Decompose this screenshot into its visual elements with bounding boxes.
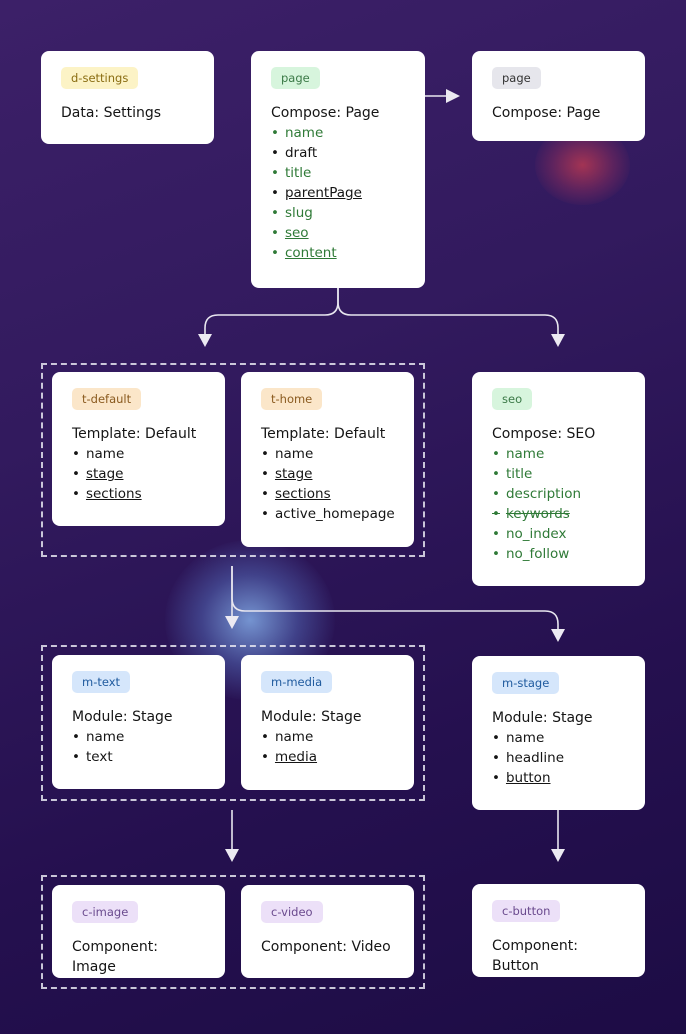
node-title: Component: Button	[492, 938, 578, 974]
field-item: name	[261, 444, 394, 464]
edge-page-to-seo	[337, 288, 559, 334]
arrowhead-icon	[225, 616, 239, 629]
arrowhead-icon	[551, 334, 565, 347]
arrowhead-icon	[551, 849, 565, 862]
node-title: Module: Stage	[492, 710, 593, 726]
field-item: content	[271, 243, 405, 263]
node-tag: d-settings	[61, 67, 139, 89]
node-title: Template: Default	[261, 426, 386, 442]
node-m-media[interactable]: m-media Module: Stage name media	[241, 655, 414, 790]
node-m-text[interactable]: m-text Module: Stage name text	[52, 655, 225, 789]
node-title: Data: Settings	[61, 105, 162, 121]
arrowhead-icon	[551, 629, 565, 642]
field-item: stage	[261, 464, 394, 484]
field-item: name	[261, 727, 394, 747]
field-list: name title description keywords no_index…	[492, 444, 625, 564]
field-list: name stage sections active_homepage	[261, 444, 395, 524]
field-item: seo	[271, 223, 405, 243]
node-tag: c-image	[72, 901, 139, 923]
node-tag: page	[492, 67, 541, 89]
node-seo[interactable]: seo Compose: SEO name title description …	[472, 372, 645, 586]
node-tag: t-home	[261, 388, 323, 410]
node-tag: c-button	[492, 900, 561, 922]
arrowhead-icon	[225, 849, 239, 862]
field-item: name	[492, 728, 625, 748]
field-item: sections	[261, 484, 394, 504]
field-item: no_index	[492, 524, 625, 544]
node-m-stage[interactable]: m-stage Module: Stage name headline butt…	[472, 656, 645, 810]
node-tag: m-media	[261, 671, 333, 693]
node-tag: t-default	[72, 388, 142, 410]
node-title: Component: Image	[72, 939, 158, 975]
field-item: sections	[72, 484, 205, 504]
node-d-settings[interactable]: d-settings Data: Settings	[41, 51, 214, 144]
field-item: headline	[492, 748, 625, 768]
node-title: Module: Stage	[72, 709, 173, 725]
node-page[interactable]: page Compose: Page name draft title pare…	[251, 51, 425, 288]
field-item: title	[492, 464, 625, 484]
arrowhead-icon	[446, 89, 460, 103]
field-item: slug	[271, 203, 405, 223]
edge-page-to-templates	[204, 288, 339, 334]
node-tag: page	[271, 67, 320, 89]
field-item: no_follow	[492, 544, 625, 564]
node-title: Compose: Page	[271, 105, 380, 121]
field-list: name text	[72, 727, 205, 767]
node-tag: m-text	[72, 671, 131, 693]
field-item: button	[492, 768, 625, 788]
node-c-video[interactable]: c-video Component: Video	[241, 885, 414, 978]
field-item: active_homepage	[261, 504, 395, 524]
field-item: name	[271, 123, 405, 143]
field-item: stage	[72, 464, 205, 484]
node-title: Compose: SEO	[492, 426, 596, 442]
node-title: Module: Stage	[261, 709, 362, 725]
field-item: parentPage	[271, 183, 405, 203]
arrowhead-icon	[198, 334, 212, 347]
node-t-home[interactable]: t-home Template: Default name stage sect…	[241, 372, 414, 547]
node-tag: seo	[492, 388, 533, 410]
field-item: keywords	[492, 504, 625, 524]
node-title: Component: Video	[261, 939, 391, 955]
field-list: name media	[261, 727, 394, 767]
field-item: media	[261, 747, 394, 767]
field-item: title	[271, 163, 405, 183]
node-tag: m-stage	[492, 672, 560, 694]
node-title: Compose: Page	[492, 105, 601, 121]
field-item: draft	[271, 143, 405, 163]
field-item: name	[72, 444, 205, 464]
field-list: name draft title parentPage slug seo con…	[271, 123, 405, 263]
field-item: name	[492, 444, 625, 464]
field-item: text	[72, 747, 205, 767]
node-tag: c-video	[261, 901, 323, 923]
field-list: name headline button	[492, 728, 625, 788]
node-page-ref[interactable]: page Compose: Page	[472, 51, 645, 141]
node-c-button[interactable]: c-button Component: Button	[472, 884, 645, 977]
field-item: name	[72, 727, 205, 747]
node-c-image[interactable]: c-image Component: Image	[52, 885, 225, 978]
field-item: description	[492, 484, 625, 504]
node-title: Template: Default	[72, 426, 197, 442]
field-list: name stage sections	[72, 444, 205, 504]
node-t-default[interactable]: t-default Template: Default name stage s…	[52, 372, 225, 526]
